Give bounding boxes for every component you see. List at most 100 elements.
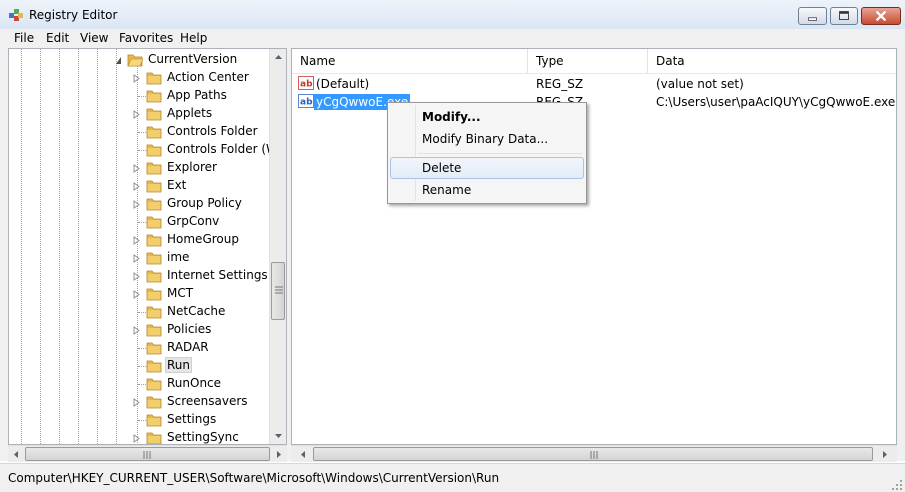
tree-item-label: NetCache [167,304,226,318]
scroll-right-arrow-icon[interactable] [270,446,287,463]
list-horizontal-scrollbar[interactable] [291,445,897,462]
menu-item-label: Rename [422,183,472,197]
values-list[interactable]: Name Type Data ab (Default) REG_SZ (valu… [291,48,897,445]
menu-view[interactable]: View [80,31,108,45]
grip-icon [590,451,598,459]
maximize-button[interactable] [830,7,858,25]
tree-item-settings[interactable]: Settings [9,411,269,429]
tree-item-applets[interactable]: Applets [9,105,269,123]
folder-icon [146,126,162,139]
resize-grip-icon[interactable] [891,479,903,491]
tree-connector [138,420,146,421]
expand-arrow-icon[interactable] [133,200,140,209]
tree-item-label: CurrentVersion [148,52,238,66]
status-path: Computer\HKEY_CURRENT_USER\Software\Micr… [8,471,500,485]
tree-item-homegroup[interactable]: HomeGroup [9,231,269,249]
open-folder-icon [127,54,143,67]
tree-item-radar[interactable]: RADAR [9,339,269,357]
expand-arrow-icon[interactable] [133,182,140,191]
scroll-down-arrow-icon[interactable] [270,427,287,444]
close-button[interactable] [861,7,901,25]
tree-item-screensavers[interactable]: Screensavers [9,393,269,411]
tree-connector [138,384,146,385]
tree-item-currentversion[interactable]: CurrentVersion [9,51,269,69]
tree-horizontal-scrollbar[interactable] [8,445,287,462]
menu-item-label: Delete [422,161,462,175]
tree-item-runonce[interactable]: RunOnce [9,375,269,393]
tree-item-controls-folder[interactable]: Controls Folder [9,123,269,141]
folder-icon [146,324,162,337]
folder-icon [146,108,162,121]
svg-text:ab: ab [300,98,313,108]
scroll-up-arrow-icon[interactable] [270,49,287,66]
menu-edit[interactable]: Edit [46,31,69,45]
tree-item-label: App Paths [167,88,227,102]
expand-arrow-icon[interactable] [133,164,140,173]
scroll-left-arrow-icon[interactable] [295,446,312,463]
expand-arrow-icon[interactable] [133,254,140,263]
tree-item-policies[interactable]: Policies [9,321,269,339]
title-bar[interactable]: Registry Editor [0,0,905,29]
tree-scroll-thumb[interactable] [271,262,285,320]
svg-text:ab: ab [300,80,313,90]
folder-icon [146,90,162,103]
tree-item-grpconv[interactable]: GrpConv [9,213,269,231]
tree-item-label: Applets [167,106,213,120]
menu-favorites[interactable]: Favorites [119,31,173,45]
tree-hscroll-thumb[interactable] [25,447,270,461]
folder-icon [146,342,162,355]
menu-item-rename[interactable]: Rename [390,179,584,201]
expand-arrow-icon[interactable] [133,272,140,281]
tree-item-app-paths[interactable]: App Paths [9,87,269,105]
tree-item-netcache[interactable]: NetCache [9,303,269,321]
folder-icon [146,72,162,85]
column-header-type[interactable]: Type [528,49,648,74]
value-data: (value not set) [656,77,744,91]
grip-icon [275,286,283,294]
tree-item-label: RunOnce [167,376,222,390]
tree-item-explorer[interactable]: Explorer [9,159,269,177]
tree-vertical-scrollbar[interactable] [269,49,286,444]
menu-item-label: Modify Binary Data... [422,132,549,146]
menu-help[interactable]: Help [180,31,207,45]
maximize-icon [839,11,849,20]
tree-item-settingsync[interactable]: SettingSync [9,429,269,444]
tree-item-ext[interactable]: Ext [9,177,269,195]
menu-separator [418,153,582,154]
tree-item-run[interactable]: Run [9,357,269,375]
expand-arrow-icon[interactable] [133,434,140,443]
tree-item-controls-folder-wo[interactable]: Controls Folder (Wo [9,141,285,159]
folder-icon [146,198,162,211]
menu-item-delete[interactable]: Delete [390,157,584,179]
menu-item-modify[interactable]: Modify... [390,106,584,128]
header-divider [292,73,896,74]
tree-item-label: Internet Settings [167,268,268,282]
tree-connector [138,150,146,151]
expand-arrow-icon[interactable] [133,236,140,245]
expand-arrow-icon[interactable] [133,290,140,299]
menu-item-modify-binary[interactable]: Modify Binary Data... [390,128,584,150]
expand-arrow-icon[interactable] [133,326,140,335]
tree-item-internet-settings[interactable]: Internet Settings [9,267,269,285]
tree-item-label: SettingSync [167,430,239,444]
list-hscroll-thumb[interactable] [313,447,873,461]
expand-arrow-icon[interactable] [133,398,140,407]
tree-item-ime[interactable]: ime [9,249,269,267]
registry-tree[interactable]: CurrentVersion Action Center App Paths App… [8,48,287,445]
menu-file[interactable]: File [14,31,34,45]
tree-item-label: Explorer [167,160,217,174]
tree-item-label: Screensavers [167,394,248,408]
expand-arrow-icon[interactable] [133,74,140,83]
tree-item-group-policy[interactable]: Group Policy [9,195,269,213]
tree-item-action-center[interactable]: Action Center [9,69,269,87]
scroll-right-arrow-icon[interactable] [876,446,893,463]
column-header-name[interactable]: Name [292,49,528,74]
tree-item-mct[interactable]: MCT [9,285,269,303]
tree-item-label: Controls Folder (Wo [167,142,285,156]
status-bar: Computer\HKEY_CURRENT_USER\Software\Micr… [0,463,905,492]
minimize-button[interactable] [798,7,827,25]
column-header-data[interactable]: Data [648,49,896,74]
scroll-left-arrow-icon[interactable] [8,446,25,463]
expand-arrow-icon[interactable] [133,110,140,119]
collapse-arrow-icon[interactable] [115,56,122,65]
